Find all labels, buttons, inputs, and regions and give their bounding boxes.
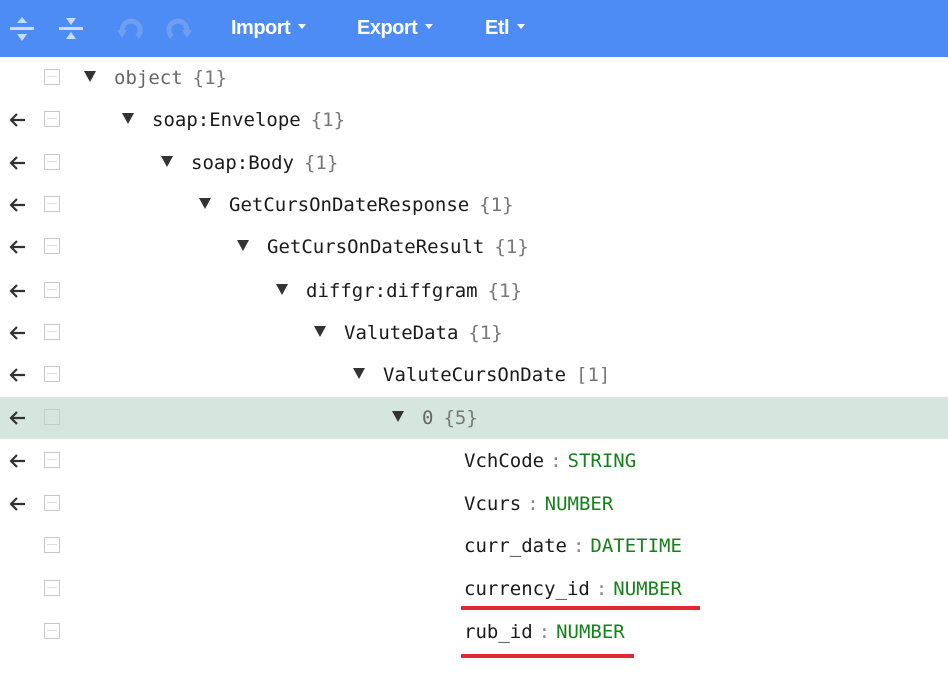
tree-row-valutecursondate[interactable]: ValuteCursOnDate [1] [0, 354, 948, 396]
expand-toggle-icon[interactable] [199, 198, 211, 209]
back-arrow-icon[interactable] [7, 235, 29, 259]
field-key: Vcurs [464, 493, 522, 515]
tree-row-vchcode[interactable]: VchCode: STRING [0, 440, 948, 482]
tree-row-getcursondateresult[interactable]: GetCursOnDateResult {1} [0, 226, 948, 268]
field-type[interactable]: DATETIME [590, 535, 682, 557]
node-count: {1} [468, 322, 503, 344]
expand-all-icon[interactable] [6, 12, 38, 46]
node-key: soap:Body [191, 152, 294, 174]
tree-row-soap-envelope[interactable]: soap:Envelope {1} [0, 99, 948, 141]
expand-toggle-icon[interactable] [392, 411, 404, 422]
back-arrow-icon[interactable] [7, 193, 29, 217]
row-checkbox[interactable] [44, 366, 60, 382]
expand-toggle-icon[interactable] [353, 368, 365, 379]
expand-toggle-icon[interactable] [276, 284, 288, 295]
field-key: VchCode [464, 450, 545, 472]
node-count: {1} [310, 109, 346, 131]
row-checkbox[interactable] [44, 580, 60, 596]
expand-toggle-icon[interactable] [122, 113, 134, 124]
row-checkbox[interactable] [44, 537, 60, 553]
redo-icon[interactable] [163, 12, 195, 46]
undo-icon[interactable] [114, 12, 146, 46]
field-type[interactable]: NUMBER [545, 493, 614, 515]
node-key: GetCursOnDateResponse [229, 194, 470, 216]
row-checkbox[interactable] [44, 154, 60, 170]
field-separator: : [527, 493, 539, 515]
back-arrow-icon[interactable] [7, 321, 29, 345]
field-key: curr_date [464, 535, 567, 557]
node-key: object [114, 67, 183, 89]
back-arrow-icon[interactable] [7, 151, 29, 175]
row-checkbox[interactable] [44, 282, 60, 298]
highlight-underline-currency-id [461, 606, 700, 610]
row-checkbox[interactable] [44, 196, 60, 212]
back-arrow-icon[interactable] [7, 363, 29, 387]
field-separator: : [550, 450, 562, 472]
etl-menu[interactable]: Etl [485, 0, 526, 57]
import-menu-label: Import [231, 17, 291, 39]
back-arrow-icon[interactable] [7, 279, 29, 303]
back-arrow-icon[interactable] [7, 449, 29, 473]
tree-row-soap-body[interactable]: soap:Body {1} [0, 142, 948, 184]
tree-row-rub-id[interactable]: rub_id: NUMBER [0, 611, 948, 653]
tree-row-currency-id[interactable]: currency_id: NUMBER [0, 568, 948, 610]
node-count: {1} [479, 194, 514, 216]
chevron-down-icon [517, 24, 526, 30]
expand-toggle-icon[interactable] [314, 326, 326, 337]
node-count: {5} [443, 407, 478, 429]
expand-toggle-icon[interactable] [237, 240, 249, 251]
tree-row-index-0[interactable]: 0 {5} [0, 397, 948, 439]
back-arrow-icon[interactable] [7, 108, 29, 132]
back-arrow-icon[interactable] [7, 406, 29, 430]
field-type[interactable]: NUMBER [556, 621, 625, 643]
node-key: diffgr:diffgram [306, 280, 478, 302]
row-checkbox[interactable] [44, 69, 60, 85]
highlight-underline-rub-id [461, 654, 634, 658]
node-key: ValuteCursOnDate [383, 364, 567, 386]
back-arrow-icon[interactable] [7, 492, 29, 516]
row-checkbox[interactable] [44, 238, 60, 254]
node-count: {1} [192, 67, 227, 89]
chevron-down-icon [425, 24, 434, 30]
field-type[interactable]: STRING [568, 450, 637, 472]
chevron-down-icon [298, 24, 307, 30]
node-key: 0 [422, 407, 434, 429]
node-key: soap:Envelope [152, 109, 301, 131]
node-key: GetCursOnDateResult [267, 236, 485, 258]
node-count: {1} [303, 152, 339, 174]
tree-row-curr-date[interactable]: curr_date: DATETIME [0, 525, 948, 567]
field-key: rub_id [464, 621, 533, 643]
expand-toggle-icon[interactable] [84, 71, 96, 82]
row-checkbox[interactable] [44, 111, 60, 127]
field-separator: : [572, 535, 585, 557]
field-key: currency_id [464, 578, 590, 600]
field-separator: : [595, 578, 608, 600]
node-key: ValuteData [344, 322, 459, 344]
row-checkbox[interactable] [44, 409, 60, 425]
node-count: [1] [576, 364, 611, 386]
field-type[interactable]: NUMBER [613, 578, 682, 600]
row-checkbox[interactable] [44, 452, 60, 468]
tree-row-valutedata[interactable]: ValuteData {1} [0, 312, 948, 354]
collapse-all-icon[interactable] [55, 12, 87, 46]
tree-row-object[interactable]: object {1} [0, 57, 948, 99]
field-separator: : [538, 621, 551, 643]
tree-row-vcurs[interactable]: Vcurs: NUMBER [0, 483, 948, 525]
row-checkbox[interactable] [44, 623, 60, 639]
tree-row-getcursondateresponse[interactable]: GetCursOnDateResponse {1} [0, 184, 948, 226]
export-menu-label: Export [357, 17, 418, 39]
tree-row-diffgram[interactable]: diffgr:diffgram {1} [0, 270, 948, 312]
row-checkbox[interactable] [44, 324, 60, 340]
etl-menu-label: Etl [485, 17, 510, 39]
expand-toggle-icon[interactable] [161, 156, 173, 167]
node-count: {1} [494, 236, 529, 258]
toolbar: Import Export Etl [0, 0, 948, 57]
node-count: {1} [487, 280, 522, 302]
export-menu[interactable]: Export [357, 0, 434, 57]
row-checkbox[interactable] [44, 495, 60, 511]
import-menu[interactable]: Import [231, 0, 307, 57]
